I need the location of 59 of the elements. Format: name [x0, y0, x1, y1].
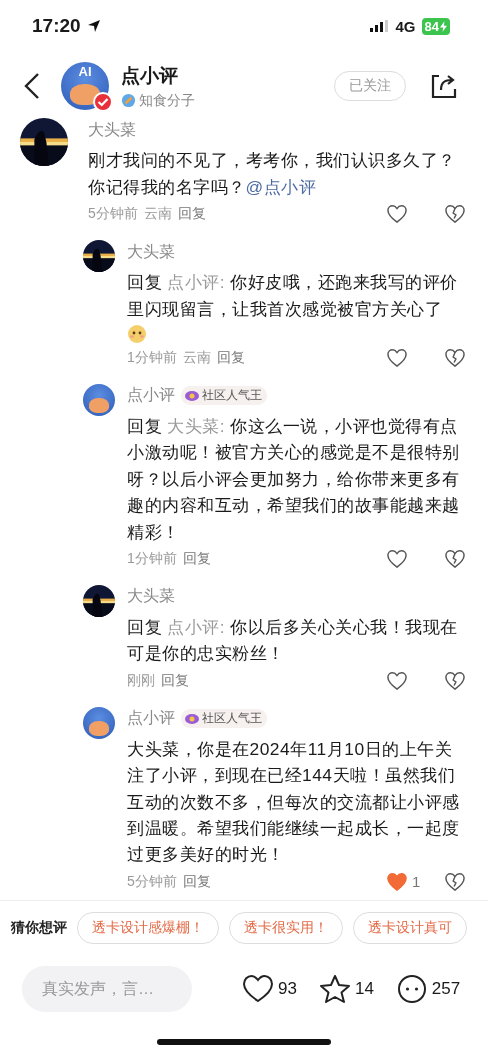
- comment-time: 5分钟前: [88, 205, 138, 224]
- comment-location: 云南: [143, 205, 172, 224]
- star-icon[interactable]: [318, 973, 351, 1004]
- filled-heart-icon[interactable]: [386, 871, 408, 892]
- location-arrow-icon: [86, 19, 101, 34]
- like-count: 1: [412, 873, 421, 891]
- suggestion-label: 猜你想评: [11, 918, 67, 937]
- like-count: 93: [278, 978, 297, 999]
- user-badge: 社区人气王: [181, 386, 267, 406]
- reply-link[interactable]: 回复: [182, 550, 211, 568]
- broken-heart-icon[interactable]: [444, 204, 466, 225]
- comment-author[interactable]: 大头菜: [127, 241, 175, 263]
- like-icon[interactable]: [386, 670, 408, 691]
- user-badge: 社区人气王: [181, 709, 267, 729]
- comment-icon[interactable]: [395, 973, 428, 1004]
- comment-input-field[interactable]: 真实发声，言…: [22, 965, 192, 1012]
- comment-author[interactable]: 点小评: [127, 708, 175, 730]
- suggestion-chip[interactable]: 透卡设计真可: [353, 911, 467, 944]
- reply-link[interactable]: 回复: [177, 205, 206, 224]
- like-icon[interactable]: [386, 347, 408, 368]
- comment-text: 回复 点小评: 你好皮哦，还跑来我写的评价里闪现留言，让我首次感觉被官方关心了: [127, 271, 459, 321]
- comment-text: 回复 大头菜: 你这么一说，小评也觉得有点小激动呢！被官方关心的感觉是不是很特别呀？以后小评会更加努力，给你带来更多有趣的内容和互动，希望我们的故事能越来越精彩！: [127, 414, 461, 544]
- account-name: 点小评: [121, 63, 179, 88]
- comment-time: 1分钟前: [127, 348, 177, 367]
- comment-text: 刚才我问的不见了，考考你，我们认识多久了？你记得我的名字吗？@点小评: [88, 149, 457, 199]
- broken-heart-icon[interactable]: [444, 871, 466, 892]
- follow-button[interactable]: 已关注: [334, 71, 406, 102]
- broken-heart-icon[interactable]: [444, 549, 466, 569]
- comment-time: 5分钟前: [127, 872, 177, 891]
- suggestion-chip[interactable]: 透卡很实用！: [229, 911, 343, 944]
- suggestion-chip[interactable]: 透卡设计感爆棚！: [77, 911, 219, 944]
- comment-author[interactable]: 点小评: [127, 385, 175, 407]
- share-icon[interactable]: [430, 72, 458, 101]
- comment-count: 257: [431, 978, 461, 999]
- battery-indicator: 84: [421, 17, 450, 35]
- reply-link[interactable]: 回复: [216, 348, 245, 367]
- comment-text: 回复 点小评: 你以后多关心关心我！我现在可是你的忠实粉丝！: [127, 616, 459, 666]
- star-count: 14: [354, 978, 374, 999]
- network-label: 4G: [395, 17, 416, 35]
- mention-link[interactable]: @点小评: [245, 176, 317, 197]
- avatar-drawing: AI: [61, 62, 109, 111]
- broken-heart-icon[interactable]: [444, 670, 466, 691]
- comment-author[interactable]: 大头菜: [88, 119, 136, 141]
- comment-author[interactable]: 大头菜: [127, 586, 175, 608]
- comment-time: 1分钟前: [127, 550, 177, 568]
- comment-location: 云南: [182, 348, 211, 367]
- comment-text: 大头菜，你是在2024年11月10日的上午关注了小评，到现在已经144天啦！虽然我们互动的次数不多，但每次的交流都让小评感到温暖。希望我们能继续一起成长，一起度过更多美好的时光！: [127, 737, 461, 867]
- like-icon[interactable]: [386, 204, 408, 225]
- reply-link[interactable]: 回复: [161, 671, 189, 690]
- back-icon[interactable]: [24, 72, 40, 101]
- comment-time: 刚刚: [127, 671, 155, 690]
- category-icon: [121, 93, 136, 109]
- account-subtitle: 知食分子: [139, 91, 195, 110]
- signal-icon: [369, 20, 390, 33]
- like-icon[interactable]: [242, 973, 274, 1004]
- broken-heart-icon[interactable]: [444, 347, 466, 368]
- like-icon[interactable]: [386, 549, 408, 569]
- reply-link[interactable]: 回复: [182, 872, 211, 891]
- status-time: 17:20: [32, 15, 81, 38]
